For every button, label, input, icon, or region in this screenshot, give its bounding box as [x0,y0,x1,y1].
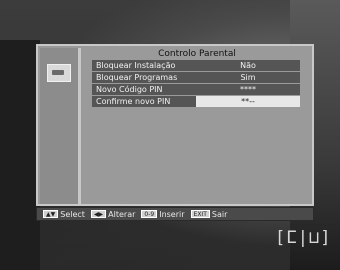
up-down-key-icon: ▲▼ [43,210,59,218]
background-dark-region [0,40,40,270]
exit-key-icon: EXIT [190,210,210,218]
help-insert-label: Inserir [159,209,185,219]
menu-row-lock-programs[interactable]: Bloquear Programas Sim [92,72,300,83]
help-insert: 0-9 Inserir [141,209,185,219]
left-right-key-icon: ◀▶ [90,210,107,218]
menu-row-new-pin[interactable]: Novo Código PIN **** [92,84,300,95]
settings-tv-icon [47,64,71,82]
number-key-icon: 0-9 [141,210,158,218]
channel-logo: [ⵎ|⊔] [275,228,332,248]
menu-row-value[interactable]: **** [196,84,300,95]
menu-row-label: Bloquear Instalação [96,61,176,70]
help-alter-label: Alterar [108,209,136,219]
menu-row-label: Confirme novo PIN [92,96,196,107]
help-exit: EXIT Sair [190,209,228,219]
help-select-label: Select [60,209,85,219]
help-bar: ▲▼ Select ◀▶ Alterar 0-9 Inserir EXIT Sa… [36,207,314,221]
help-select: ▲▼ Select [43,210,85,219]
help-alter: ◀▶ Alterar [90,209,136,219]
menu-list: Bloquear Instalação Não Bloquear Program… [92,60,300,108]
menu-row-value[interactable]: Sim [196,72,300,83]
menu-row-label: Novo Código PIN [96,85,163,94]
menu-row-confirm-pin[interactable]: Confirme novo PIN **-- [92,96,300,107]
menu-row-value[interactable]: Não [196,60,300,71]
menu-row-lock-installation[interactable]: Bloquear Instalação Não [92,60,300,71]
menu-row-label: Bloquear Programas [96,73,178,82]
pin-input-field[interactable]: **-- [196,96,300,107]
help-exit-label: Sair [211,209,228,219]
